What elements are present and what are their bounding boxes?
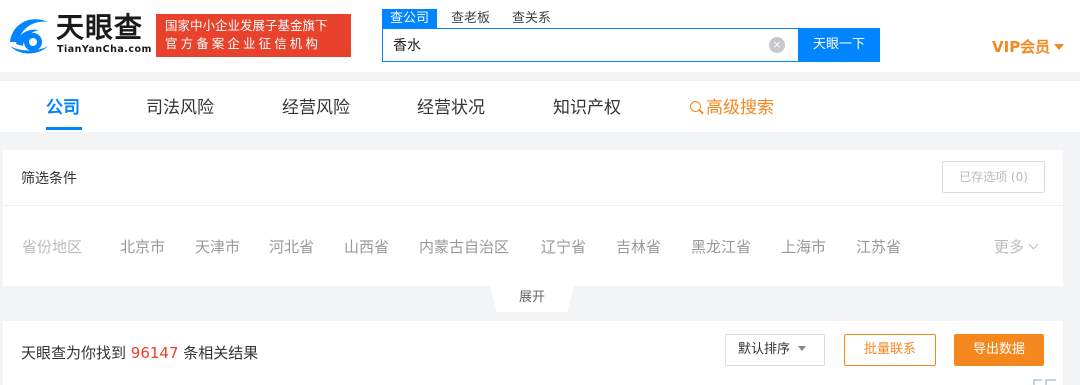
region-option[interactable]: 河北省 xyxy=(269,236,314,257)
search-input[interactable] xyxy=(383,29,763,61)
active-tab-underline xyxy=(46,127,82,130)
chevron-down-icon xyxy=(1028,239,1039,250)
category-nav: 公司 司法风险 经营风险 经营状况 知识产权 高级搜索 xyxy=(0,80,1080,132)
tab-boss[interactable]: 查老板 xyxy=(443,9,498,28)
more-label: 更多 xyxy=(994,238,1025,256)
region-option[interactable]: 吉林省 xyxy=(616,236,661,257)
eye-logo-icon xyxy=(10,19,48,54)
clear-icon[interactable]: × xyxy=(769,37,785,53)
result-prefix: 天眼查为你找到 xyxy=(21,344,127,362)
more-regions-button[interactable]: 更多 xyxy=(994,236,1039,257)
tab-company[interactable]: 查公司 xyxy=(382,9,438,28)
logo-chinese-name: 天眼查 xyxy=(56,11,144,44)
vip-member-menu[interactable]: VIP会员 xyxy=(992,36,1065,57)
site-header: 天眼查 TianYanCha.com 国家中小企业发展子基金旗下 官方备案企业征… xyxy=(0,0,1080,72)
region-option[interactable]: 北京市 xyxy=(120,236,165,257)
result-suffix: 条相关结果 xyxy=(183,344,259,362)
caret-down-icon xyxy=(798,346,807,351)
export-data-button[interactable]: 导出数据 xyxy=(954,334,1044,366)
sort-label: 默认排序 xyxy=(738,342,791,357)
search-box: × 天眼一下 xyxy=(382,28,880,62)
nav-item-advanced-search[interactable]: 高级搜索 xyxy=(690,93,774,118)
region-option[interactable]: 内蒙古自治区 xyxy=(419,236,509,257)
tab-relation[interactable]: 查关系 xyxy=(504,9,559,28)
batch-contact-button[interactable]: 批量联系 xyxy=(844,334,936,366)
nav-item-ip[interactable]: 知识产权 xyxy=(553,93,621,118)
badge-line-1: 国家中小企业发展子基金旗下 xyxy=(165,18,328,33)
advanced-search-label: 高级搜索 xyxy=(706,98,774,118)
search-type-tabs: 查公司 查老板 查关系 xyxy=(382,9,559,28)
region-option[interactable]: 山西省 xyxy=(344,236,389,257)
tianyancha-logo[interactable]: 天眼查 TianYanCha.com xyxy=(6,10,151,60)
official-badge: 国家中小企业发展子基金旗下 官方备案企业征信机构 xyxy=(156,14,351,57)
saved-options-button[interactable]: 已存选项 (0) xyxy=(942,161,1045,193)
caret-down-icon xyxy=(1054,44,1065,50)
region-option[interactable]: 江苏省 xyxy=(856,236,901,257)
region-option[interactable]: 辽宁省 xyxy=(541,236,586,257)
sort-select[interactable]: 默认排序 xyxy=(725,334,825,366)
search-button[interactable]: 天眼一下 xyxy=(798,28,880,62)
corner-decoration-icon xyxy=(1033,379,1056,385)
divider xyxy=(3,205,1063,206)
region-option[interactable]: 黑龙江省 xyxy=(691,236,751,257)
search-icon xyxy=(690,101,701,112)
badge-line-2: 官方备案企业征信机构 xyxy=(165,36,322,51)
nav-item-company[interactable]: 公司 xyxy=(46,93,80,118)
result-summary: 天眼查为你找到 96147 条相关结果 xyxy=(21,342,258,363)
nav-item-judicial-risk[interactable]: 司法风险 xyxy=(146,93,214,118)
filter-title: 筛选条件 xyxy=(21,171,77,187)
region-label: 省份地区 xyxy=(22,238,83,256)
nav-item-operating-status[interactable]: 经营状况 xyxy=(417,93,485,118)
expand-filters-button[interactable]: 展开 xyxy=(490,286,574,312)
result-count: 96147 xyxy=(130,344,179,362)
region-option[interactable]: 天津市 xyxy=(195,236,240,257)
nav-item-operating-risk[interactable]: 经营风险 xyxy=(282,93,350,118)
logo-english-name: TianYanCha.com xyxy=(57,44,152,55)
region-option[interactable]: 上海市 xyxy=(781,236,826,257)
result-bar: 天眼查为你找到 96147 条相关结果 默认排序 批量联系 导出数据 xyxy=(3,321,1063,385)
vip-label: VIP会员 xyxy=(992,38,1051,56)
filter-panel: 筛选条件 已存选项 (0) 省份地区 北京市 天津市 河北省 山西省 内蒙古自治… xyxy=(3,150,1063,286)
